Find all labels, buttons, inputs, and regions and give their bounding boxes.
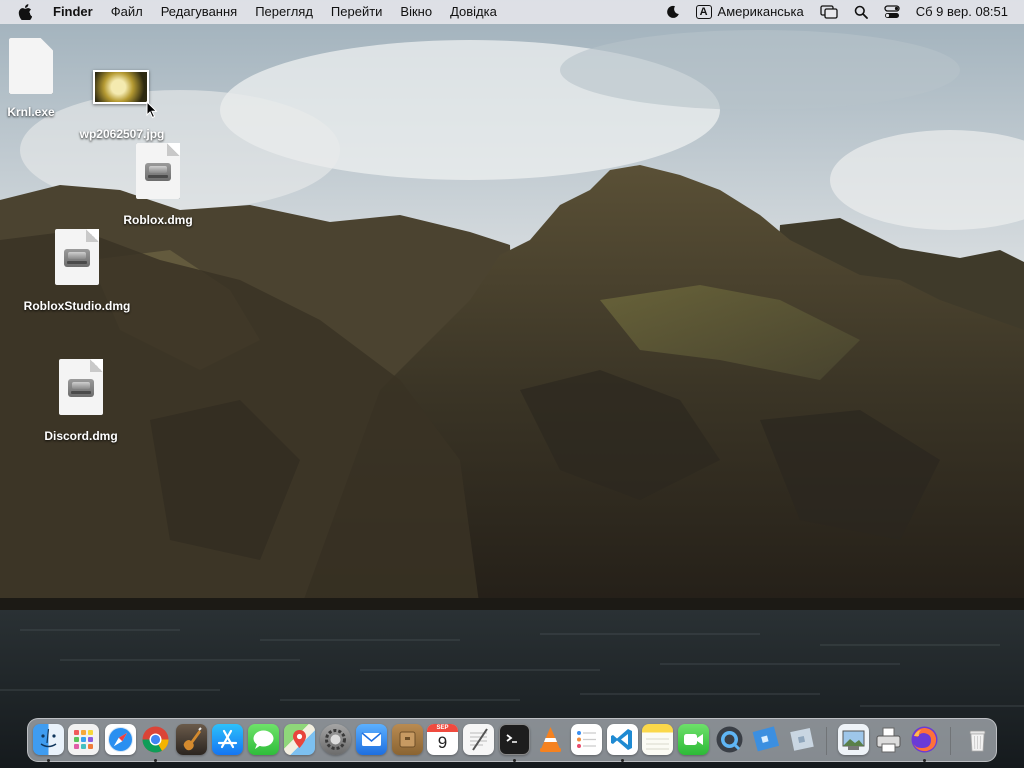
dock-app-safari-icon[interactable] — [105, 724, 136, 755]
desktop-icon-robloxstudio-dmg[interactable]: RobloxStudio.dmg — [24, 226, 130, 316]
menu-go[interactable]: Перейти — [322, 0, 392, 24]
desktop-icon-label: Discord.dmg — [44, 429, 118, 443]
dock-separator — [950, 727, 951, 755]
dock-app-textedit-icon[interactable] — [463, 724, 494, 755]
menu-app-finder[interactable]: Finder — [44, 0, 102, 24]
document-icon — [9, 38, 53, 94]
desktop-icon-roblox-dmg[interactable]: Roblox.dmg — [118, 140, 198, 230]
dock-separator — [826, 727, 827, 755]
menu-window[interactable]: Вікно — [391, 0, 441, 24]
menu-view[interactable]: Перегляд — [246, 0, 322, 24]
document-fold — [90, 359, 103, 372]
desktop-icon-label: RobloxStudio.dmg — [23, 299, 131, 313]
dock-app-archive-icon[interactable] — [392, 724, 423, 755]
calendar-month-label: SEP — [427, 724, 458, 732]
calendar-day-label: 9 — [437, 733, 448, 752]
dock-app-system-preferences-icon[interactable] — [320, 724, 351, 755]
running-indicator — [621, 759, 624, 762]
input-source-menu[interactable]: A Американська — [688, 0, 812, 24]
dock-app-calendar-icon[interactable]: SEP 9 — [427, 724, 458, 755]
dock-app-quicktime-icon[interactable] — [714, 724, 745, 755]
desktop-icon-discord-dmg[interactable]: Discord.dmg — [41, 356, 121, 446]
running-indicator — [154, 759, 157, 762]
dock-app-launchpad-icon[interactable] — [68, 724, 99, 755]
running-indicator — [513, 759, 516, 762]
dock-app-messages-icon[interactable] — [248, 724, 279, 755]
dock-app-preview-icon[interactable] — [838, 724, 869, 755]
control-center-icon[interactable] — [876, 5, 908, 19]
document-fold — [167, 143, 180, 156]
desktop-icon-label: Krnl.exe — [7, 105, 55, 119]
apple-menu-icon[interactable] — [14, 4, 44, 20]
running-indicator — [923, 759, 926, 762]
dock-app-roblox-icon[interactable] — [750, 724, 781, 755]
dock-app-trash-icon[interactable] — [962, 724, 993, 755]
dock-app-finder-icon[interactable] — [33, 724, 64, 755]
desktop-icon-wallpaper-jpg[interactable]: wp2062507.jpg — [70, 68, 174, 144]
dock-app-notes-icon[interactable] — [642, 724, 673, 755]
screen-mirroring-icon[interactable] — [812, 5, 846, 19]
menu-bar: Finder Файл Редагування Перегляд Перейти… — [0, 0, 1024, 24]
image-thumbnail-icon — [93, 70, 149, 104]
dock-app-garageband-icon[interactable] — [176, 724, 207, 755]
input-source-badge: A — [695, 5, 712, 19]
dock-app-terminal-icon[interactable] — [499, 724, 530, 755]
menu-file[interactable]: Файл — [102, 0, 152, 24]
dock: SEP 9 — [27, 718, 997, 762]
menu-edit[interactable]: Редагування — [152, 0, 247, 24]
dock-app-vscode-icon[interactable] — [607, 724, 638, 755]
dock-app-reminders-icon[interactable] — [571, 724, 602, 755]
document-fold — [86, 229, 99, 242]
desktop-icon-label: Roblox.dmg — [123, 213, 193, 227]
desktop-icon-label: wp2062507.jpg — [79, 127, 165, 141]
dock-app-printer-icon[interactable] — [873, 724, 904, 755]
input-source-label: Американська — [717, 4, 804, 19]
dark-mode-moon-icon[interactable] — [658, 5, 688, 19]
running-indicator — [47, 759, 50, 762]
desktop-icon-krnl[interactable]: Krnl.exe — [6, 36, 56, 120]
menu-bar-clock[interactable]: Сб 9 вер. 08:51 — [908, 0, 1016, 24]
dock-app-roblox-studio-icon[interactable] — [786, 724, 817, 755]
desktop[interactable]: Finder Файл Редагування Перегляд Перейти… — [0, 0, 1024, 768]
dock-app-facetime-icon[interactable] — [678, 724, 709, 755]
dock-app-vlc-icon[interactable] — [535, 724, 566, 755]
dock-app-maps-icon[interactable] — [284, 724, 315, 755]
dock-app-chrome-icon[interactable] — [140, 724, 171, 755]
dock-app-firefox-icon[interactable] — [909, 724, 940, 755]
spotlight-search-icon[interactable] — [846, 5, 876, 19]
dock-app-mail-icon[interactable] — [356, 724, 387, 755]
mouse-pointer-icon — [146, 101, 158, 119]
dock-app-appstore-icon[interactable] — [212, 724, 243, 755]
menu-help[interactable]: Довідка — [441, 0, 506, 24]
